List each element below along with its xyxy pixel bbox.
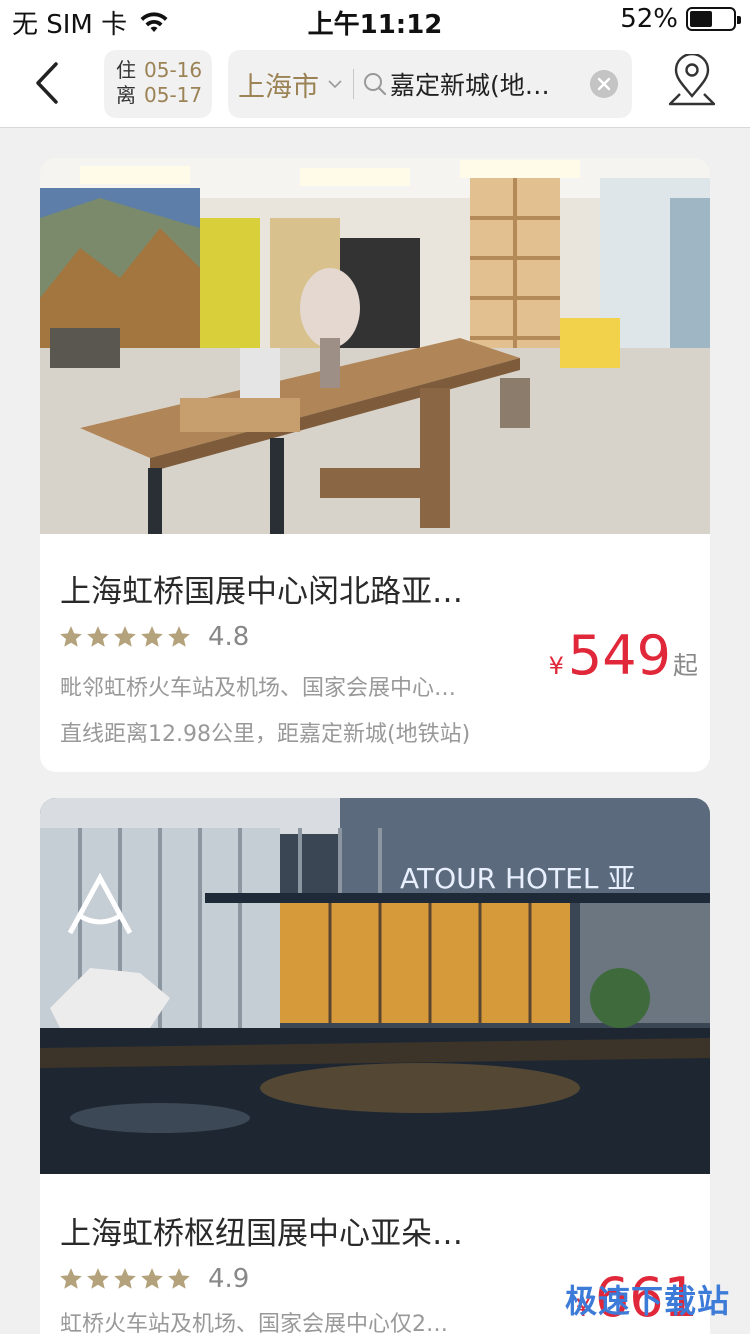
search-icon: [364, 73, 387, 96]
chevron-down-icon: [328, 80, 342, 89]
hotel-photo: [40, 158, 710, 534]
search-divider: [353, 69, 354, 99]
hotel-intro: 毗邻虹桥火车站及机场、国家会展中心…: [60, 676, 457, 701]
star-icon: [60, 626, 82, 647]
status-right: 52%: [620, 4, 741, 34]
hotel-card[interactable]: ATOUR HOTEL 亚 上海虹桥枢纽国展中心亚朵… 4.9 虹桥火车站及机场…: [40, 798, 710, 1334]
battery-fill: [690, 11, 712, 27]
checkout-date: 05-17: [144, 83, 203, 107]
star-icon: [87, 626, 109, 647]
hotel-price: ¥ 549 起: [549, 624, 698, 687]
price-suffix: 起: [672, 651, 698, 680]
search-bar[interactable]: 上海市 嘉定新城(地…: [228, 50, 632, 118]
star-icon: [114, 1268, 136, 1289]
star-icon: [141, 1268, 163, 1289]
watermark: 极速下载站: [564, 1282, 730, 1320]
battery-percent: 52%: [620, 4, 678, 34]
battery-icon: [686, 7, 741, 31]
nav-bar: 住 05-16 离 05-17 上海市 嘉定新城(地…: [0, 40, 750, 128]
star-icon: [114, 626, 136, 647]
hotel-name: 上海虹桥枢纽国展中心亚朵…: [60, 1216, 463, 1252]
city-selector[interactable]: 上海市: [228, 65, 343, 104]
star-icon: [141, 626, 163, 647]
star-icon: [60, 1268, 82, 1289]
hotel-name: 上海虹桥国展中心闵北路亚…: [60, 574, 463, 610]
star-rating: [58, 624, 192, 650]
map-pin-icon[interactable]: [666, 54, 718, 114]
checkout-row: 离 05-17: [116, 83, 212, 108]
hotel-photo: ATOUR HOTEL 亚: [40, 798, 710, 1174]
status-bar: 无 SIM 卡 上午11:12 52%: [0, 0, 750, 40]
lobby-image: [40, 158, 710, 534]
star-icon: [168, 626, 190, 647]
city-label: 上海市: [238, 71, 319, 103]
checkin-date: 05-16: [144, 58, 203, 82]
hotel-sign: ATOUR HOTEL 亚: [400, 862, 635, 895]
rating-score: 4.9: [208, 1264, 250, 1294]
price-currency: ¥: [548, 652, 564, 680]
checkout-label: 离: [116, 83, 136, 107]
stay-dates[interactable]: 住 05-16 离 05-17: [104, 50, 212, 118]
hotel-distance: 直线距离12.98公里，距嘉定新城(地铁站): [60, 722, 471, 747]
star-rating: [58, 1266, 192, 1292]
clear-icon[interactable]: [590, 70, 618, 98]
star-icon: [87, 1268, 109, 1289]
search-keyword[interactable]: 嘉定新城(地…: [390, 66, 570, 102]
checkin-label: 住: [116, 58, 136, 82]
hotel-exterior-image: ATOUR HOTEL 亚: [40, 798, 710, 1174]
hotel-card[interactable]: 上海虹桥国展中心闵北路亚… 4.8 毗邻虹桥火车站及机场、国家会展中心… 直线距…: [40, 158, 710, 772]
rating-score: 4.8: [208, 622, 250, 652]
star-icon: [168, 1268, 190, 1289]
back-arrow-icon[interactable]: [26, 58, 76, 108]
checkin-row: 住 05-16: [116, 58, 212, 83]
hotel-intro: 虹桥火车站及机场、国家会展中心仅2…: [60, 1312, 448, 1334]
price-value: 549: [567, 624, 671, 687]
